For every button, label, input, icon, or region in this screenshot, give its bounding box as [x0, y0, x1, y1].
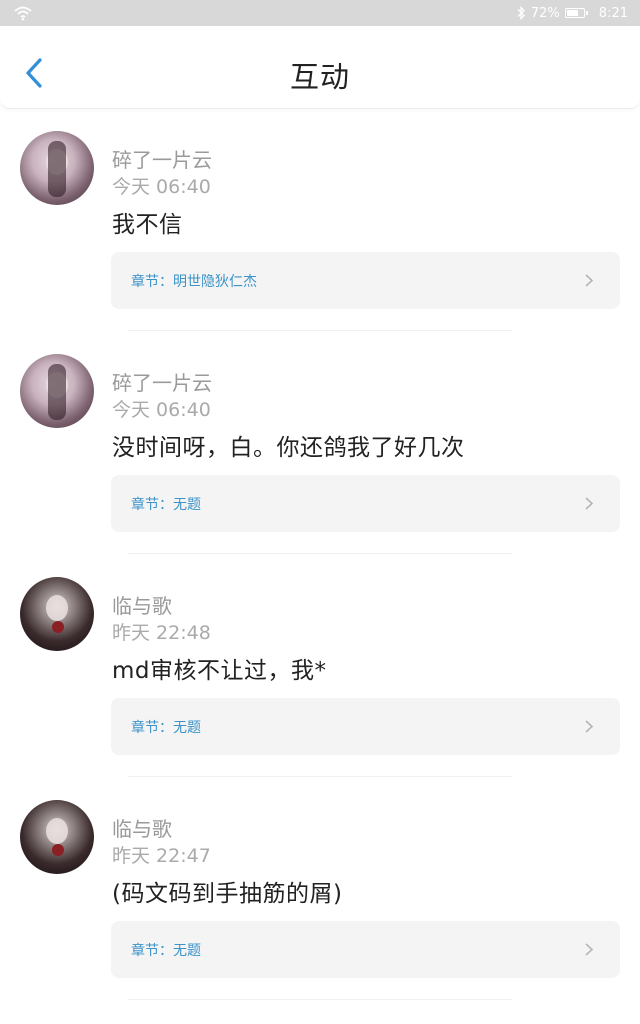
chapter-link[interactable]: 章节：明世隐狄仁杰	[111, 252, 620, 309]
comment-item: 临与歌 昨天 22:48 md审核不让过，我* 章节：无题	[0, 554, 640, 777]
chapter-link[interactable]: 章节：无题	[111, 698, 620, 755]
comment-text: md审核不让过，我*	[112, 658, 327, 684]
wifi-icon	[14, 6, 32, 21]
comment-time: 昨天 22:47	[112, 845, 211, 867]
chapter-label: 章节：无题	[131, 497, 201, 513]
chapter-label: 章节：无题	[131, 720, 201, 736]
comment-time: 今天 06:40	[112, 399, 211, 421]
chevron-right-icon	[585, 720, 594, 733]
avatar[interactable]	[20, 354, 94, 428]
comment-user[interactable]: 碎了一片云	[112, 367, 212, 396]
comment-item: 临与歌 昨天 22:47 (码文码到手抽筋的屑) 章节：无题	[0, 777, 640, 1000]
comment-time: 今天 06:40	[112, 176, 211, 198]
comment-text: (码文码到手抽筋的屑)	[112, 881, 343, 907]
avatar[interactable]	[20, 800, 94, 874]
comment-user[interactable]: 临与歌	[112, 590, 172, 619]
divider	[128, 999, 512, 1000]
chevron-right-icon	[585, 497, 594, 510]
bluetooth-icon	[517, 6, 525, 20]
comment-user[interactable]: 碎了一片云	[112, 144, 212, 173]
battery-percent: 72%	[530, 5, 560, 21]
comment-list: 碎了一片云 今天 06:40 我不信 章节：明世隐狄仁杰 碎了一片云 今天 06…	[0, 108, 640, 1000]
comment-text: 没时间呀，白。你还鸽我了好几次	[112, 435, 465, 461]
comment-item: 碎了一片云 今天 06:40 没时间呀，白。你还鸽我了好几次 章节：无题	[0, 331, 640, 554]
chapter-label: 章节：无题	[131, 943, 201, 959]
chapter-link[interactable]: 章节：无题	[111, 475, 620, 532]
status-bar: 72% 8:21	[0, 0, 640, 26]
comment-item: 碎了一片云 今天 06:40 我不信 章节：明世隐狄仁杰	[0, 108, 640, 331]
chevron-right-icon	[585, 274, 594, 287]
chevron-right-icon	[585, 943, 594, 956]
clock: 8:21	[598, 5, 628, 21]
avatar[interactable]	[20, 577, 94, 651]
battery-icon	[564, 8, 588, 18]
comment-user[interactable]: 临与歌	[112, 813, 172, 842]
avatar[interactable]	[20, 131, 94, 205]
comment-text: 我不信	[112, 212, 183, 238]
header: 互动	[0, 26, 640, 109]
chapter-label: 章节：明世隐狄仁杰	[131, 274, 257, 290]
comment-time: 昨天 22:48	[112, 622, 211, 644]
chapter-link[interactable]: 章节：无题	[111, 921, 620, 978]
page-title: 互动	[289, 60, 350, 94]
